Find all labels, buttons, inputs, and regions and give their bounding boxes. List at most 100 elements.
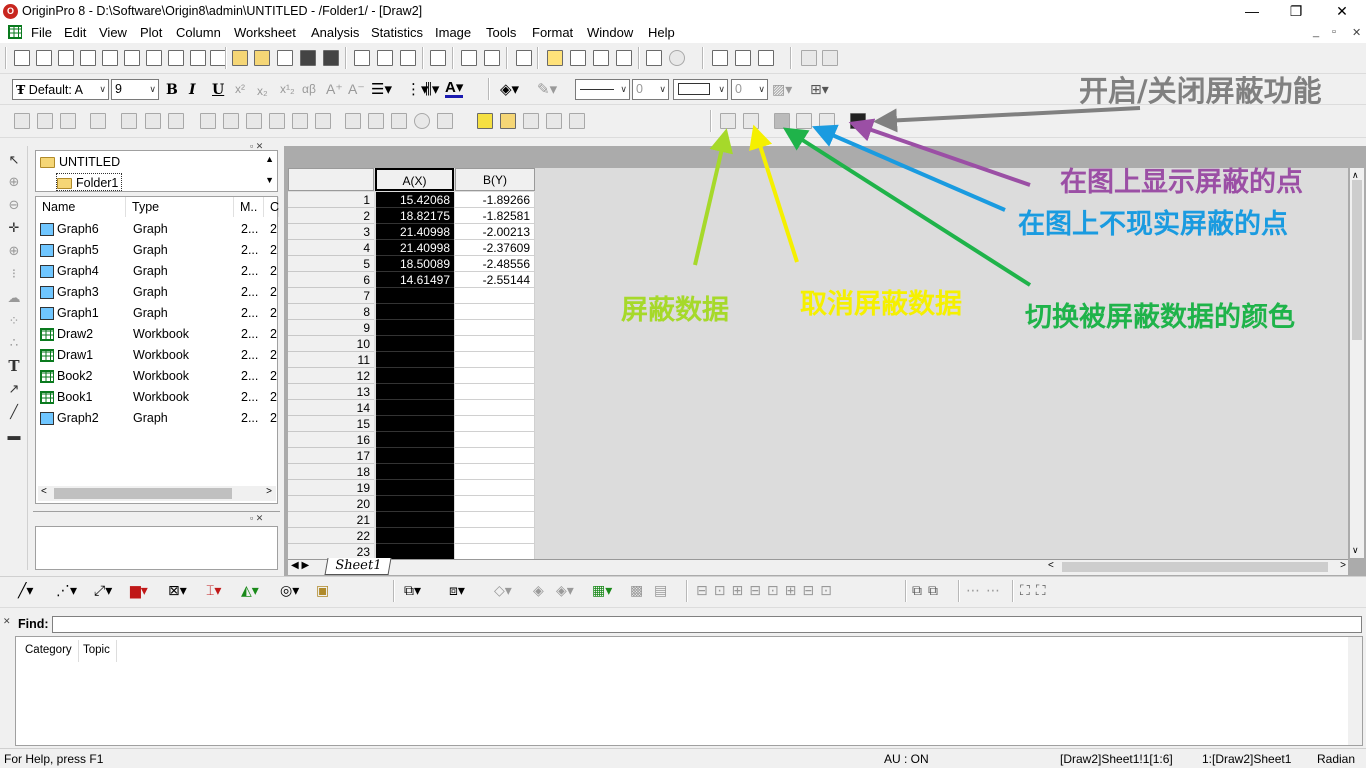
cell-a[interactable] (376, 384, 454, 400)
list-item[interactable]: Draw2 Workbook 2... 2 (36, 324, 280, 345)
3d-scatter-icon[interactable]: ◈▾ (556, 582, 574, 599)
list-item[interactable]: Graph4 Graph 2... 2 (36, 261, 280, 282)
whole-page-icon[interactable] (60, 113, 76, 129)
paste-icon[interactable] (758, 50, 774, 66)
axis-1-icon[interactable] (200, 113, 216, 129)
table-icon[interactable] (437, 113, 453, 129)
distribute-icons[interactable]: ⋯⋯ (966, 582, 1006, 599)
axis-4-icon[interactable] (269, 113, 285, 129)
copy-icon[interactable] (735, 50, 751, 66)
cell-a[interactable]: 14.61497 (376, 272, 454, 288)
open-icon[interactable] (232, 50, 248, 66)
cell-b[interactable]: -1.82581 (455, 208, 535, 224)
cell-b[interactable] (455, 288, 535, 304)
increase-font-icon[interactable]: A⁺ (326, 81, 343, 98)
3d-colormap-icon[interactable]: ◈ (533, 582, 544, 599)
pointer-icon[interactable]: ↖ (6, 152, 22, 168)
multi-panel-icon[interactable]: ⊠▾ (168, 582, 187, 599)
row-number[interactable]: 7 (288, 288, 374, 304)
open-excel-icon[interactable] (277, 50, 293, 66)
minimize-button[interactable]: — (1242, 2, 1262, 20)
row-number[interactable]: 3 (288, 224, 374, 240)
line-plot-icon[interactable]: ╱▾ (18, 582, 33, 599)
row-number[interactable]: 1 (288, 192, 374, 208)
cut-icon[interactable] (712, 50, 728, 66)
text-tool-icon[interactable]: T (6, 358, 22, 374)
cell-a[interactable] (376, 528, 454, 544)
line-symbol-icon[interactable]: ⤢▾ (94, 582, 112, 599)
legend-icon[interactable] (345, 113, 361, 129)
font-size-combo[interactable]: 9 ∨ (111, 79, 159, 100)
layer-icon[interactable] (391, 113, 407, 129)
list-item[interactable]: Graph2 Graph 2... 2 (36, 408, 280, 429)
new-script-icon[interactable] (210, 50, 226, 66)
cell-a[interactable]: 21.40998 (376, 224, 454, 240)
import-wizard-icon[interactable] (400, 50, 416, 66)
col-b-header[interactable]: B(Y) (455, 168, 535, 191)
show-masked-points-icon[interactable] (819, 113, 835, 129)
hide-masked-points-icon[interactable] (796, 113, 812, 129)
cell-a[interactable]: 21.40998 (376, 240, 454, 256)
front-icon[interactable] (569, 113, 585, 129)
pe-splitter[interactable] (33, 511, 280, 523)
row-number[interactable]: 15 (288, 416, 374, 432)
stat-plot-icon[interactable]: ⌶▾ (206, 582, 221, 599)
custom-routine-icon[interactable] (616, 50, 632, 66)
new-folder-icon[interactable] (36, 50, 52, 66)
cell-b[interactable] (455, 352, 535, 368)
italic-button[interactable]: I (189, 82, 196, 98)
cell-a[interactable] (376, 368, 454, 384)
menu-statistics[interactable]: Statistics (371, 25, 423, 41)
find-input[interactable] (52, 616, 1362, 633)
zoom-out-tool-icon[interactable]: ⊖ (6, 197, 22, 213)
group-icon[interactable] (523, 113, 539, 129)
3d-surface-icon[interactable]: ⧉▾ (404, 582, 421, 599)
list-scroll-thumb[interactable] (54, 488, 232, 499)
cell-b[interactable] (455, 368, 535, 384)
layer-2-icon[interactable] (145, 113, 161, 129)
rectangle-tool-icon[interactable]: ▬ (6, 428, 22, 444)
save-template-icon[interactable] (323, 50, 339, 66)
duplicate-icon[interactable] (484, 50, 500, 66)
add-column-icon[interactable] (646, 50, 662, 66)
recalculate-icon[interactable] (669, 50, 685, 66)
axis-2-icon[interactable] (223, 113, 239, 129)
list-item[interactable]: Graph6 Graph 2... 2 (36, 219, 280, 240)
category-column[interactable]: Category (19, 640, 79, 662)
project-explorer-icon[interactable] (516, 50, 532, 66)
draw-data-icon[interactable]: ⁘ (6, 313, 22, 329)
worksheet-icon[interactable] (8, 25, 22, 39)
cell-a[interactable] (376, 416, 454, 432)
cell-a[interactable]: 18.50089 (376, 256, 454, 272)
cell-b[interactable] (455, 400, 535, 416)
cell-a[interactable] (376, 352, 454, 368)
cell-b[interactable] (455, 416, 535, 432)
scatter-plot-icon[interactable]: ⋰▾ (56, 582, 77, 599)
axis-6-icon[interactable] (315, 113, 331, 129)
row-number[interactable]: 5 (288, 256, 374, 272)
new-project-icon[interactable] (14, 50, 30, 66)
object-edit-icon[interactable] (477, 113, 493, 129)
topic-column[interactable]: Topic (77, 640, 117, 662)
scatter-draw-icon[interactable]: ∴ (6, 335, 22, 351)
zoom-out-icon[interactable] (37, 113, 53, 129)
fill-style-combo[interactable]: ∨ (673, 79, 728, 100)
cell-b[interactable] (455, 544, 535, 560)
tree-folder[interactable]: Folder1 (56, 173, 123, 191)
cell-a[interactable] (376, 512, 454, 528)
polar-plot-icon[interactable]: ◎▾ (280, 582, 299, 599)
new-notes-icon[interactable] (190, 50, 206, 66)
cell-b[interactable] (455, 384, 535, 400)
cell-b[interactable] (455, 304, 535, 320)
arrange-objects-icons[interactable]: ⧉⧉ (912, 582, 944, 599)
menu-analysis[interactable]: Analysis (311, 25, 359, 41)
align-objects-icons[interactable]: ⊟⊡⊞⊟⊡⊞⊟⊡ (696, 582, 838, 599)
help-vscrollbar[interactable] (1348, 637, 1362, 745)
screen-reader-icon[interactable]: ✛ (6, 220, 22, 236)
sheet-hscroll-thumb[interactable] (1062, 562, 1328, 572)
col-type-header[interactable]: Type (126, 197, 234, 217)
cell-b[interactable] (455, 320, 535, 336)
bold-button[interactable]: B (166, 82, 178, 98)
subscript-icon[interactable]: x₂ (257, 84, 268, 98)
line-tool-icon[interactable]: ╱ (6, 404, 22, 420)
